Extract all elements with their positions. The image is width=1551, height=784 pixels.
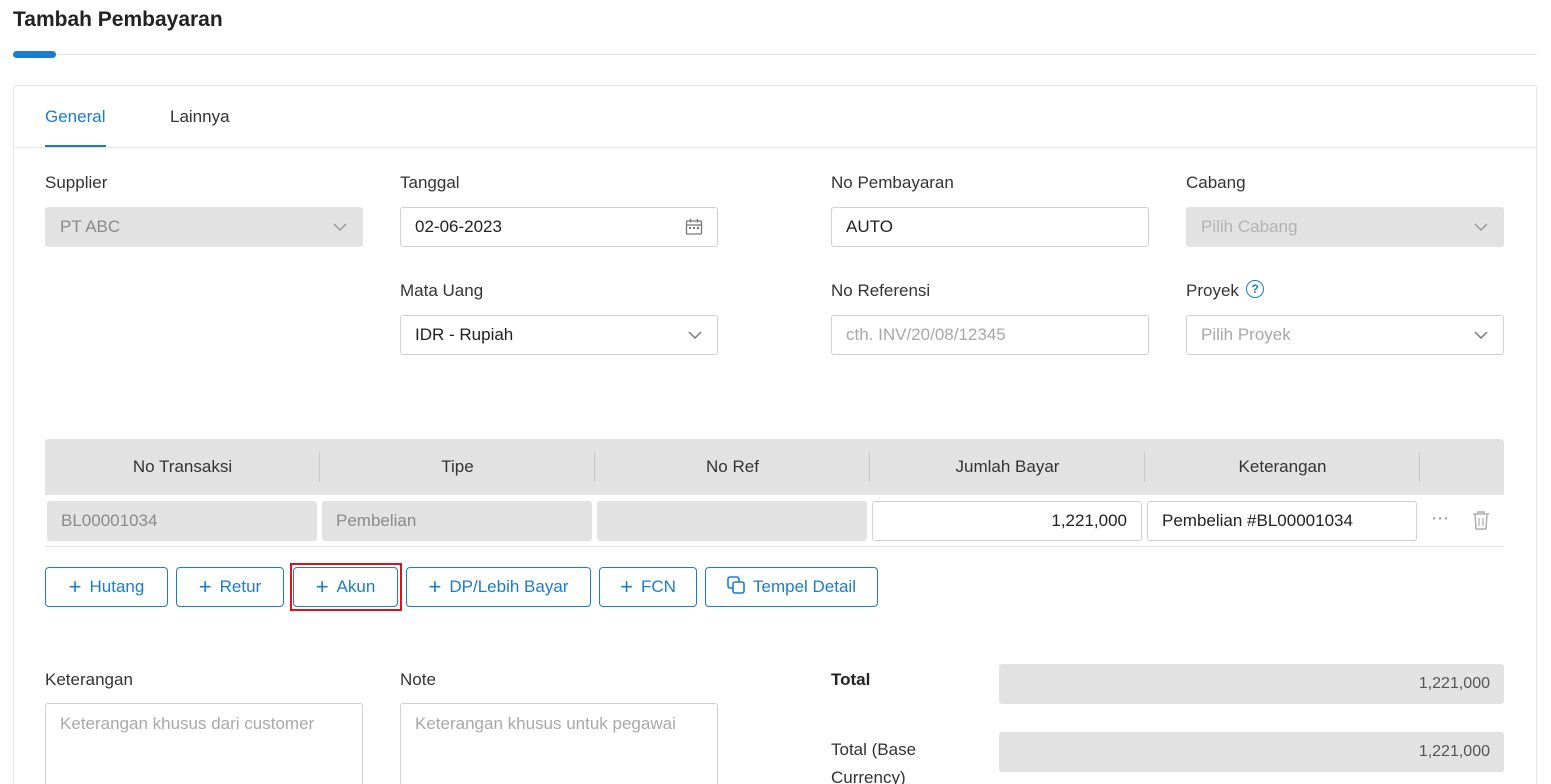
calendar-icon[interactable] [685,218,703,236]
tabs-bar: General Lainnya [14,86,1536,148]
mata-uang-label: Mata Uang [400,281,484,300]
supplier-value: PT ABC [60,217,121,236]
tab-lainnya[interactable]: Lainnya [170,107,230,127]
note-textarea[interactable]: Keterangan khusus untuk pegawai [400,703,718,784]
cabang-select[interactable]: Pilih Cabang [1186,207,1504,247]
no-pembayaran-input[interactable]: AUTO [831,207,1149,247]
copy-icon [727,575,745,599]
trash-icon[interactable] [1472,510,1490,535]
keterangan-textarea[interactable]: Keterangan khusus dari customer [45,703,363,784]
total-base-currency-value: 1,221,000 [999,732,1504,772]
chevron-down-icon [1473,219,1489,235]
plus-icon: + [198,574,212,599]
cabang-placeholder: Pilih Cabang [1201,217,1298,236]
column-header-keterangan: Keterangan [1238,457,1327,476]
detail-table-header: No Transaksi Tipe No Ref Jumlah Bayar Ke… [45,439,1504,495]
form-card: General Lainnya Supplier Tanggal No Pemb… [13,85,1537,784]
tempel-detail-label: Tempel Detail [753,577,856,596]
total-label: Total [831,670,871,689]
no-pembayaran-value: AUTO [846,217,893,236]
chevron-down-icon [332,219,348,235]
add-retur-button[interactable]: + Retur [176,567,284,607]
add-hutang-button[interactable]: + Hutang [45,567,168,607]
supplier-select[interactable]: PT ABC [45,207,363,247]
active-tab-indicator [45,145,106,147]
note-label: Note [400,670,436,689]
no-referensi-placeholder: cth. INV/20/08/12345 [846,325,1006,344]
column-header-tipe: Tipe [441,457,474,476]
add-hutang-label: Hutang [89,577,145,596]
highlight-box [290,563,402,611]
cabang-label: Cabang [1186,173,1246,192]
add-fcn-button[interactable]: + FCN [599,567,697,607]
no-ref-cell [597,501,867,541]
total-value: 1,221,000 [999,664,1504,704]
tab-general[interactable]: General [45,107,105,127]
page-title: Tambah Pembayaran [13,8,223,31]
jumlah-bayar-input[interactable]: 1,221,000 [872,501,1142,541]
tempel-detail-button[interactable]: Tempel Detail [705,567,878,607]
title-divider [13,54,1537,55]
add-dp-lebih-bayar-label: DP/Lebih Bayar [449,577,569,596]
more-options-icon[interactable]: ⋯ [1431,508,1450,529]
chevron-down-icon [687,327,703,343]
keterangan-label: Keterangan [45,670,133,689]
tanggal-label: Tanggal [400,173,460,192]
proyek-placeholder: Pilih Proyek [1201,325,1291,344]
no-transaksi-cell: BL00001034 [47,501,317,541]
tanggal-date-input[interactable]: 02-06-2023 [400,207,718,247]
column-header-no-ref: No Ref [706,457,759,476]
column-separator [1419,452,1420,482]
title-accent-bar [13,51,56,58]
mata-uang-value: IDR - Rupiah [415,325,514,344]
plus-icon: + [68,574,82,599]
add-fcn-label: FCN [640,577,676,596]
help-icon[interactable]: ? [1246,280,1264,298]
no-referensi-input[interactable]: cth. INV/20/08/12345 [831,315,1149,355]
supplier-label: Supplier [45,173,108,192]
proyek-label: Proyek [1186,281,1239,300]
total-base-currency-label: Total (Base Currency) [831,740,917,784]
plus-icon: + [428,574,442,599]
no-referensi-label: No Referensi [831,281,931,300]
tipe-cell: Pembelian [322,501,592,541]
row-divider [45,546,1504,547]
add-retur-label: Retur [219,577,262,596]
chevron-down-icon [1473,327,1489,343]
column-header-no-transaksi: No Transaksi [132,457,233,476]
tanggal-value: 02-06-2023 [415,217,502,236]
column-header-jumlah-bayar: Jumlah Bayar [955,457,1060,476]
proyek-select[interactable]: Pilih Proyek [1186,315,1504,355]
mata-uang-select[interactable]: IDR - Rupiah [400,315,718,355]
no-pembayaran-label: No Pembayaran [831,173,954,192]
plus-icon: + [620,574,633,599]
add-dp-lebih-bayar-button[interactable]: + DP/Lebih Bayar [406,567,591,607]
keterangan-input[interactable]: Pembelian #BL00001034 [1147,501,1417,541]
